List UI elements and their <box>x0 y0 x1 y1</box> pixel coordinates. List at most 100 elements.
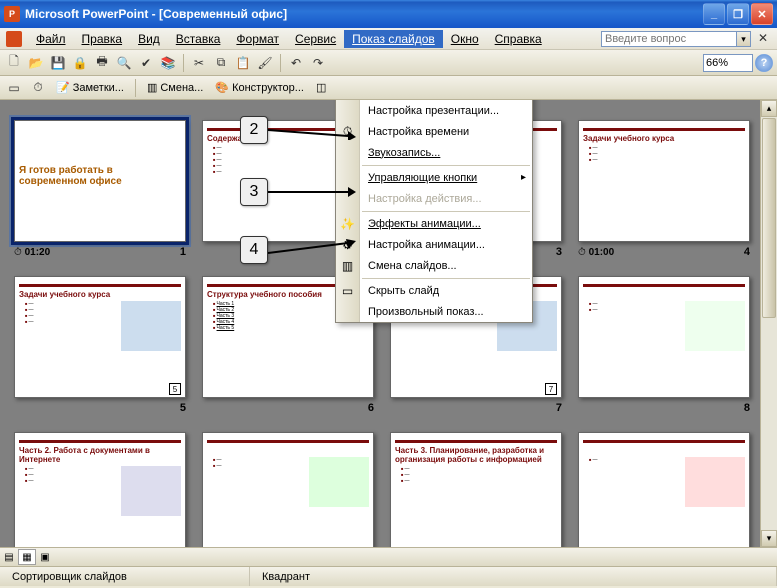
menu-window[interactable]: Окно <box>443 30 487 48</box>
menu-rehearse[interactable]: Настройка времени <box>360 121 532 142</box>
redo-button[interactable]: ↷ <box>308 53 328 73</box>
menu-format[interactable]: Формат <box>228 30 287 48</box>
callout-label: 2 <box>240 116 268 144</box>
rehearse-icon[interactable]: ⏱ <box>28 78 48 98</box>
design-label: Конструктор... <box>232 82 304 94</box>
menu-edit[interactable]: Правка <box>74 30 131 48</box>
slide-title: Задачи учебного курса <box>19 290 181 299</box>
preview-button[interactable]: 🔍 <box>114 53 134 73</box>
scroll-down-button[interactable]: ▾ <box>761 530 777 547</box>
slideshow-view-button[interactable]: ▣ <box>36 549 54 565</box>
slide-cell[interactable]: Задачи учебного курса ——— ⏱ 01:004 <box>578 120 750 270</box>
vertical-scrollbar[interactable]: ▴ ▾ <box>760 100 777 547</box>
menu-file[interactable]: Файл <box>28 30 74 48</box>
menu-custom-anim[interactable]: Настройка анимации... <box>360 234 532 255</box>
doc-close-button[interactable]: ✕ <box>755 31 771 47</box>
slide-sorter-toolbar: ▭ ⏱ 📝 Заметки... ▥ Смена... 🎨 Конструкто… <box>0 76 777 100</box>
transition-button[interactable]: ▥ Смена... <box>143 80 207 95</box>
doc-icon <box>6 31 22 47</box>
notes-label: Заметки... <box>73 82 124 94</box>
hide-slide-icon: ▭ <box>336 280 359 301</box>
menu-view[interactable]: Вид <box>130 30 168 48</box>
menu-help[interactable]: Справка <box>487 30 550 48</box>
slide-cell[interactable]: —— 8 <box>578 276 750 426</box>
normal-view-button[interactable]: ▤ <box>0 549 18 565</box>
notes-button[interactable]: 📝 Заметки... <box>52 80 128 95</box>
slide-number: 5 <box>180 402 186 414</box>
menu-hide-slide[interactable]: Скрыть слайд <box>360 280 532 301</box>
help-button[interactable]: ? <box>755 54 773 72</box>
slide-cell[interactable]: —— <box>202 432 374 547</box>
slide-cell[interactable]: Часть 2. Работа с документами в Интернет… <box>14 432 186 547</box>
help-search-input[interactable] <box>601 31 737 47</box>
undo-button[interactable]: ↶ <box>286 53 306 73</box>
format-painter-button[interactable]: 🖌 <box>255 53 275 73</box>
menu-insert[interactable]: Вставка <box>168 30 229 48</box>
menu-anim-effects[interactable]: Эффекты анимации... <box>360 213 532 234</box>
slideshow-menu-dropdown: ▣ ⏱ ✨ ⚙ ▥ ▭ Начать показF5 Настройка пре… <box>335 100 533 323</box>
slide-number: 3 <box>556 246 562 258</box>
submenu-arrow-icon: ▸ <box>521 172 526 183</box>
slide-sorter-view: Я готов работать в современном офисе ⏱ 0… <box>0 100 777 547</box>
slide-thumb-10[interactable]: —— <box>202 432 374 547</box>
new-slide-button[interactable]: ◫ <box>312 80 330 95</box>
slide-thumb-12[interactable]: — <box>578 432 750 547</box>
minimize-button[interactable]: _ <box>703 3 725 25</box>
slide-title: Я готов работать в современном офисе <box>19 165 181 187</box>
timing-label: ⏱ 01:20 <box>14 247 50 258</box>
callout-3: 3 <box>240 178 356 206</box>
slide-number: 1 <box>180 246 186 258</box>
hide-slide-icon[interactable]: ▭ <box>4 78 24 98</box>
corner-fold: 7 <box>545 383 557 395</box>
menu-setup-show[interactable]: Настройка презентации... <box>360 100 532 121</box>
paste-button[interactable]: 📋 <box>233 53 253 73</box>
status-view-name: Сортировщик слайдов <box>0 567 250 586</box>
menu-action-buttons[interactable]: Управляющие кнопки▸ <box>360 167 532 188</box>
scroll-thumb[interactable] <box>762 118 776 318</box>
design-button[interactable]: 🎨 Конструктор... <box>211 80 308 95</box>
slide-thumb-1[interactable]: Я готов работать в современном офисе <box>14 120 186 242</box>
sorter-view-button[interactable]: ▦ <box>18 549 36 565</box>
callout-label: 4 <box>240 236 268 264</box>
slide-thumb-11[interactable]: Часть 3. Планирование, разработка и орга… <box>390 432 562 547</box>
menu-tools[interactable]: Сервис <box>287 30 344 48</box>
slide-thumb-8[interactable]: —— <box>578 276 750 398</box>
menu-transition[interactable]: Смена слайдов... <box>360 255 532 276</box>
corner-fold: 5 <box>169 383 181 395</box>
open-button[interactable]: 📂 <box>26 53 46 73</box>
menubar: Файл Правка Вид Вставка Формат Сервис По… <box>0 28 777 50</box>
copy-button[interactable]: ⧉ <box>211 53 231 73</box>
transition-label: Смена... <box>160 82 203 94</box>
slide-thumb-9[interactable]: Часть 2. Работа с документами в Интернет… <box>14 432 186 547</box>
slide-thumb-4[interactable]: Задачи учебного курса ——— <box>578 120 750 242</box>
zoom-select[interactable] <box>703 54 753 72</box>
slide-cell[interactable]: Я готов работать в современном офисе ⏱ 0… <box>14 120 186 270</box>
print-button[interactable]: 🖶 <box>92 53 112 73</box>
scroll-up-button[interactable]: ▴ <box>761 100 777 117</box>
slide-title: Часть 3. Планирование, разработка и орга… <box>395 446 557 464</box>
menu-custom-show[interactable]: Произвольный показ... <box>360 301 532 322</box>
cut-button[interactable]: ✂ <box>189 53 209 73</box>
research-button[interactable]: 📚 <box>158 53 178 73</box>
save-button[interactable]: 💾 <box>48 53 68 73</box>
status-design-name: Квадрант <box>250 567 777 586</box>
view-bar: ▤ ▦ ▣ <box>0 547 777 566</box>
spell-button[interactable]: ✔ <box>136 53 156 73</box>
close-button[interactable]: ✕ <box>751 3 773 25</box>
slide-number: 7 <box>556 402 562 414</box>
help-search-dropdown[interactable]: ▾ <box>737 31 751 47</box>
new-doc-button[interactable]: 🗋 <box>4 53 24 73</box>
slide-title: Часть 2. Работа с документами в Интернет… <box>19 446 181 464</box>
slide-cell[interactable]: — <box>578 432 750 547</box>
slide-cell[interactable]: Часть 3. Планирование, разработка и орга… <box>390 432 562 547</box>
standard-toolbar: 🗋 📂 💾 🔒 🖶 🔍 ✔ 📚 ✂ ⧉ 📋 🖌 ↶ ↷ ? <box>0 50 777 76</box>
maximize-button[interactable]: ❐ <box>727 3 749 25</box>
permission-button[interactable]: 🔒 <box>70 53 90 73</box>
slide-number: 6 <box>368 402 374 414</box>
menu-record[interactable]: Звукозапись... <box>360 142 532 163</box>
slide-title: Задачи учебного курса <box>583 134 745 143</box>
slide-cell[interactable]: Задачи учебного курса ———— 5 5 <box>14 276 186 426</box>
slide-thumb-5[interactable]: Задачи учебного курса ———— 5 <box>14 276 186 398</box>
slide-number: 4 <box>744 246 750 258</box>
menu-slideshow[interactable]: Показ слайдов <box>344 30 443 48</box>
